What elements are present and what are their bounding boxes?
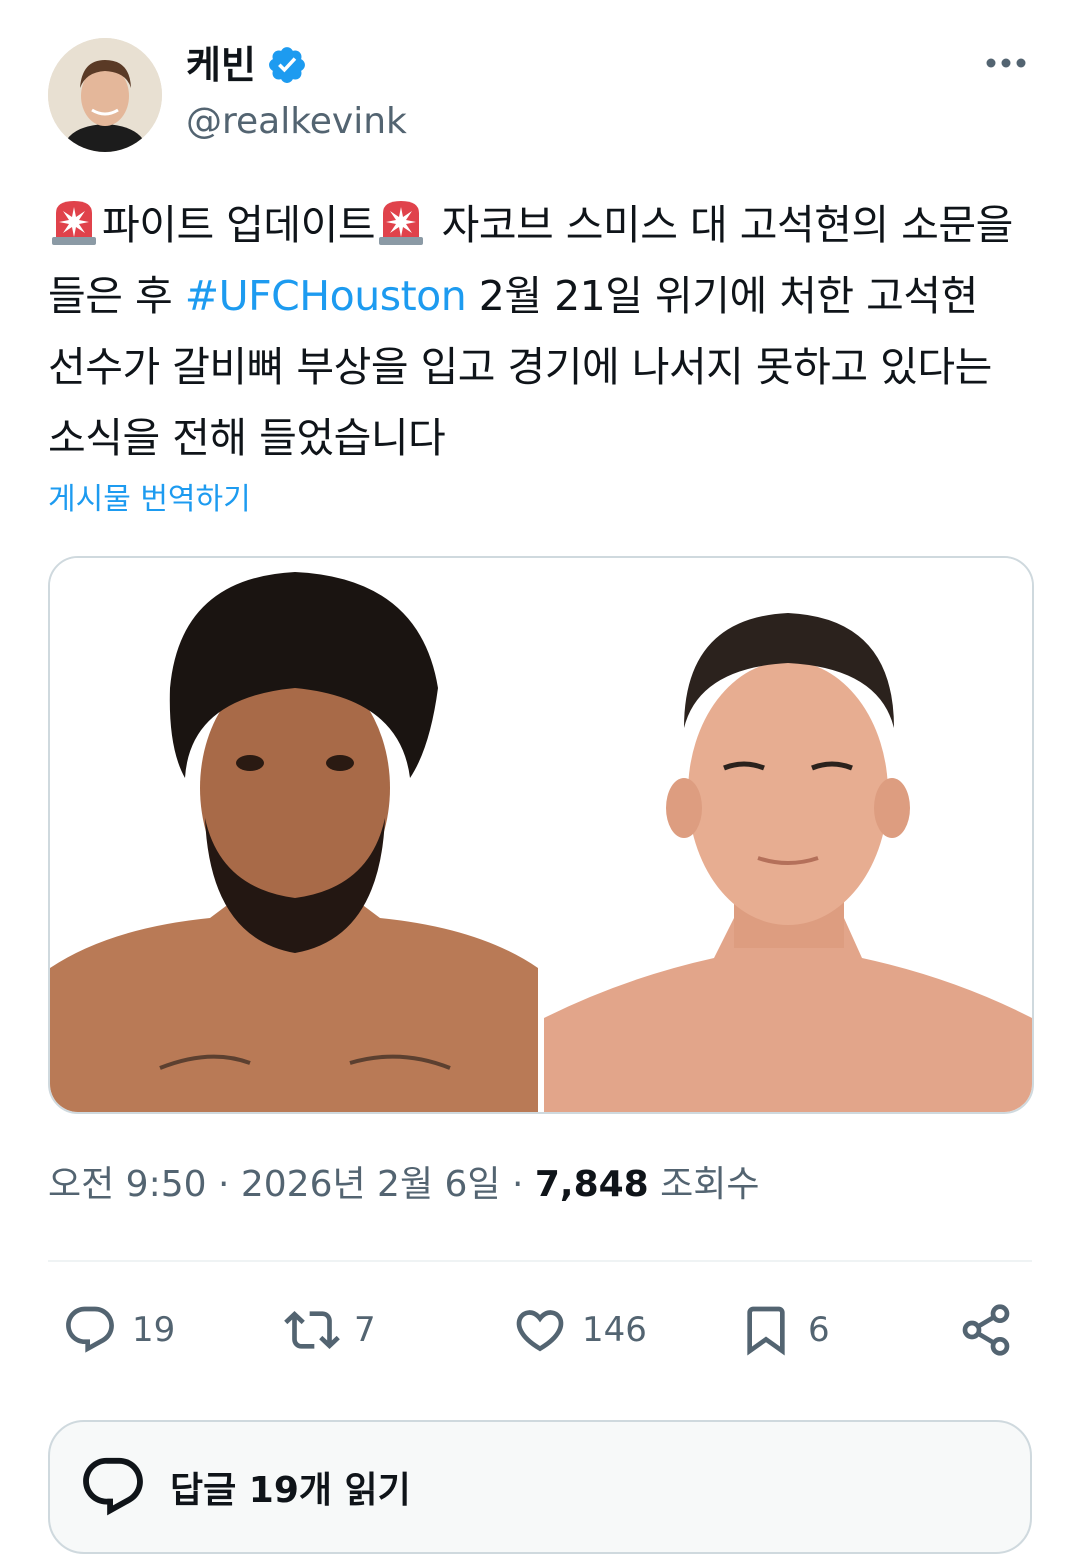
author-handle[interactable]: @realkevink <box>186 100 407 144</box>
translate-post-link[interactable]: 게시물 번역하기 <box>48 478 251 522</box>
rotating-light-emoji <box>52 201 96 245</box>
like-button[interactable]: 146 <box>512 1298 647 1362</box>
retweet-icon <box>284 1311 340 1349</box>
verified-badge-icon <box>268 47 305 83</box>
fighter-photo-left[interactable] <box>50 558 538 1112</box>
bookmark-count: 6 <box>808 1310 830 1350</box>
divider <box>48 1260 1032 1262</box>
heart-icon <box>516 1310 564 1352</box>
author-name-row[interactable]: 케빈 <box>186 40 308 90</box>
tweet-timestamp[interactable]: 오전 9:50 · 2026년 2월 6일 · <box>48 1164 535 1205</box>
reply-button[interactable]: 19 <box>62 1298 175 1362</box>
views-count: 7,848 <box>534 1164 649 1205</box>
tweet-text: 파이트 업데이트 자코브 스미스 대 고석현의 소문을 들은 후 #UFCHou… <box>48 190 1038 474</box>
tweet-meta: 오전 9:50 · 2026년 2월 6일 · 7,848 조회수 <box>48 1160 760 1210</box>
tweet-text-part: 파이트 업데이트 <box>102 201 376 249</box>
more-options-icon[interactable] <box>984 48 1028 78</box>
tweet-media[interactable] <box>48 556 1034 1114</box>
bookmark-icon <box>747 1306 785 1356</box>
share-button[interactable] <box>958 1298 1014 1362</box>
read-replies-button[interactable]: 답글 19개 읽기 <box>48 1420 1032 1554</box>
reply-icon <box>66 1306 114 1353</box>
views-label: 조회수 <box>648 1164 760 1205</box>
share-icon <box>962 1304 1010 1356</box>
hashtag-link[interactable]: #UFCHouston <box>185 272 467 320</box>
like-count: 146 <box>582 1310 647 1350</box>
rotating-light-emoji <box>379 201 424 245</box>
retweet-count: 7 <box>354 1310 376 1350</box>
bookmark-button[interactable]: 6 <box>738 1298 830 1362</box>
author-display-name[interactable]: 케빈 <box>186 40 256 90</box>
reply-count: 19 <box>132 1310 176 1350</box>
read-replies-label: 답글 19개 읽기 <box>170 1470 411 1511</box>
reply-icon <box>83 1457 143 1516</box>
retweet-button[interactable]: 7 <box>284 1298 376 1362</box>
fighter-photo-right[interactable] <box>544 558 1032 1112</box>
author-avatar[interactable] <box>48 38 162 152</box>
